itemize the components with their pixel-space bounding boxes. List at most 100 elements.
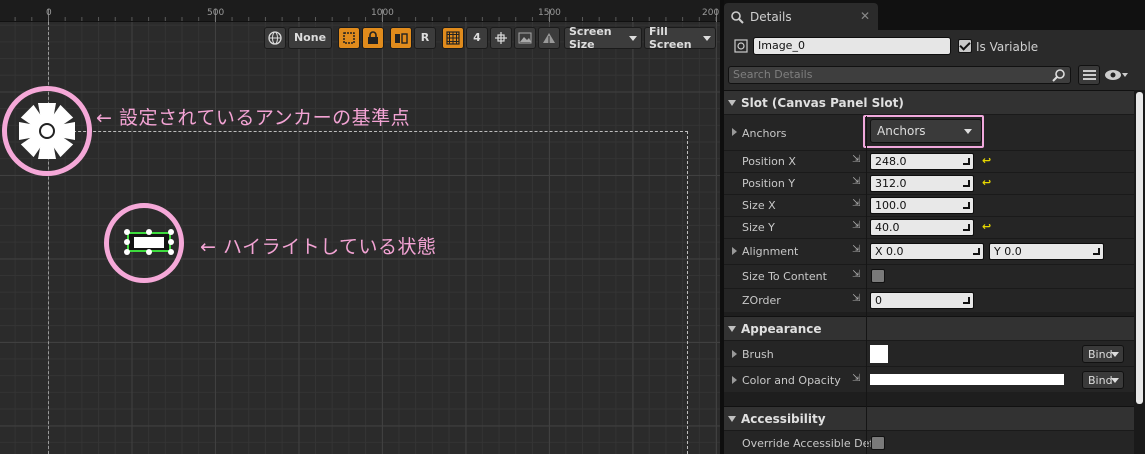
zorder-label: ZOrder	[742, 294, 781, 307]
close-icon[interactable]: ✕	[860, 9, 870, 23]
tab-details[interactable]: Details ✕	[724, 3, 878, 30]
keyframe-icon[interactable]: ⇲	[852, 293, 862, 304]
designer-toolbar: None R 4 Screen Size Fill Screen	[264, 24, 716, 51]
resize-handle[interactable]	[168, 239, 174, 245]
property-row-size-y: Size Y ⇲ 40.0 ↩	[724, 216, 1134, 238]
chevron-down-icon	[1111, 378, 1119, 383]
section-accessibility-title: Accessibility	[741, 411, 826, 426]
grid-size-dropdown[interactable]: 4	[466, 26, 488, 49]
size-y-value: 40.0	[875, 221, 900, 234]
property-row-position-y: Position Y ⇲ 312.0 ↩	[724, 172, 1134, 194]
section-appearance-title: Appearance	[741, 321, 822, 336]
color-bind-button[interactable]: Bind	[1082, 371, 1124, 389]
property-row-override-accessible: Override Accessible Defa	[724, 430, 1134, 454]
size-x-field[interactable]: 100.0	[870, 197, 974, 214]
keyframe-icon[interactable]: ⇲	[852, 373, 862, 384]
scrollbar-thumb[interactable]	[1136, 92, 1143, 404]
alignment-x-field[interactable]: X 0.0	[870, 243, 984, 260]
fill-screen-label: Fill Screen	[649, 24, 692, 51]
ruler-label: 1500	[538, 8, 561, 18]
expand-arrow-icon[interactable]	[732, 247, 737, 255]
position-x-field[interactable]: 248.0	[870, 153, 974, 170]
ruler-label: 500	[207, 8, 225, 18]
keyframe-icon[interactable]: ⇲	[852, 176, 862, 187]
position-y-field[interactable]: 312.0	[870, 175, 974, 192]
grid-view-icon	[1083, 70, 1096, 80]
anchors-dropdown[interactable]: Anchors	[870, 119, 982, 143]
ruler-label: 0	[46, 8, 52, 18]
section-appearance[interactable]: Appearance	[724, 316, 1134, 340]
keyframe-icon[interactable]: ⇲	[852, 198, 862, 209]
reset-to-default-icon[interactable]: ↩	[982, 154, 991, 167]
snap-toggle-icon[interactable]	[390, 26, 412, 49]
keyframe-icon[interactable]: ⇲	[852, 269, 862, 280]
keyframe-icon[interactable]: ⇲	[852, 154, 862, 165]
image-widget-icon	[734, 39, 748, 53]
search-details-input[interactable]: Search Details	[728, 66, 1071, 84]
brush-preview-swatch[interactable]	[870, 345, 888, 363]
culture-dropdown[interactable]: None	[288, 26, 332, 49]
image-preview-icon[interactable]	[514, 26, 536, 49]
property-row-size-x: Size X ⇲ 100.0	[724, 194, 1134, 216]
is-variable-checkbox[interactable]	[958, 39, 972, 53]
override-accessible-checkbox[interactable]	[871, 436, 885, 450]
property-matrix-button[interactable]	[1078, 65, 1100, 85]
resize-grip-icon	[963, 180, 970, 187]
resize-grip-icon	[963, 158, 970, 165]
ruler-label: 1000	[371, 8, 394, 18]
keyframe-icon[interactable]: ⇲	[852, 244, 862, 255]
search-icon	[1052, 69, 1065, 82]
color-opacity-swatch[interactable]	[870, 374, 1064, 385]
details-scrollbar[interactable]	[1134, 90, 1145, 454]
resize-handle[interactable]	[124, 249, 130, 255]
resize-handle[interactable]	[168, 249, 174, 255]
resize-handle[interactable]	[124, 239, 130, 245]
respect-locks-button[interactable]: R	[414, 26, 436, 49]
search-placeholder: Search Details	[733, 68, 813, 81]
bind-label: Bind	[1088, 373, 1113, 387]
grid-size-value: 4	[473, 31, 481, 44]
brush-label: Brush	[742, 348, 774, 361]
resize-handle[interactable]	[146, 229, 152, 235]
triangle-warning-icon[interactable]	[538, 26, 560, 49]
resize-handle[interactable]	[146, 249, 152, 255]
grid-snap-icon[interactable]	[442, 26, 464, 49]
expand-arrow-icon[interactable]	[732, 128, 737, 136]
canvas-boundary-top	[48, 131, 688, 132]
brush-bind-button[interactable]: Bind	[1082, 345, 1124, 363]
expand-arrow-icon[interactable]	[732, 350, 737, 358]
chevron-down-icon	[964, 129, 972, 134]
keyframe-icon[interactable]: ⇲	[852, 220, 862, 231]
screen-size-label: Screen Size	[569, 24, 612, 51]
position-x-label: Position X	[742, 155, 796, 168]
position-x-value: 248.0	[875, 155, 907, 168]
section-accessibility[interactable]: Accessibility	[724, 406, 1134, 430]
lock-icon[interactable]	[362, 26, 384, 49]
property-row-color-opacity: Color and Opacity ⇲ Bind	[724, 366, 1134, 392]
transform-mode-icon[interactable]	[338, 26, 360, 49]
size-to-content-checkbox[interactable]	[871, 269, 885, 283]
section-slot[interactable]: Slot (Canvas Panel Slot)	[724, 90, 1134, 114]
view-options-button[interactable]	[1104, 68, 1138, 82]
alignment-y-value: Y 0.0	[994, 245, 1022, 258]
designer-canvas[interactable]: 0 500 1000 1500 200 None R 4 Screen Size…	[0, 0, 720, 454]
zorder-field[interactable]: 0	[870, 292, 974, 309]
reset-to-default-icon[interactable]: ↩	[982, 176, 991, 189]
highlight-annotation: ← ハイライトしている状態	[200, 236, 437, 258]
widget-name-input[interactable]: Image_0	[753, 37, 951, 55]
expand-arrow-icon[interactable]	[732, 376, 737, 384]
screen-size-dropdown[interactable]: Screen Size	[564, 24, 642, 51]
collapse-arrow-icon	[728, 99, 736, 106]
reset-to-default-icon[interactable]: ↩	[982, 220, 991, 233]
zoom-fit-icon[interactable]	[490, 26, 512, 49]
alignment-y-field[interactable]: Y 0.0	[989, 243, 1104, 260]
override-accessible-label: Override Accessible Defa	[742, 437, 880, 450]
column-separator[interactable]	[866, 116, 867, 454]
globe-icon[interactable]	[264, 26, 286, 49]
size-y-field[interactable]: 40.0	[870, 219, 974, 236]
eye-icon	[1105, 70, 1128, 80]
anchor-medallion-icon[interactable]	[16, 100, 78, 162]
fill-screen-dropdown[interactable]: Fill Screen	[644, 24, 716, 51]
resize-handle[interactable]	[168, 229, 174, 235]
resize-handle[interactable]	[124, 229, 130, 235]
